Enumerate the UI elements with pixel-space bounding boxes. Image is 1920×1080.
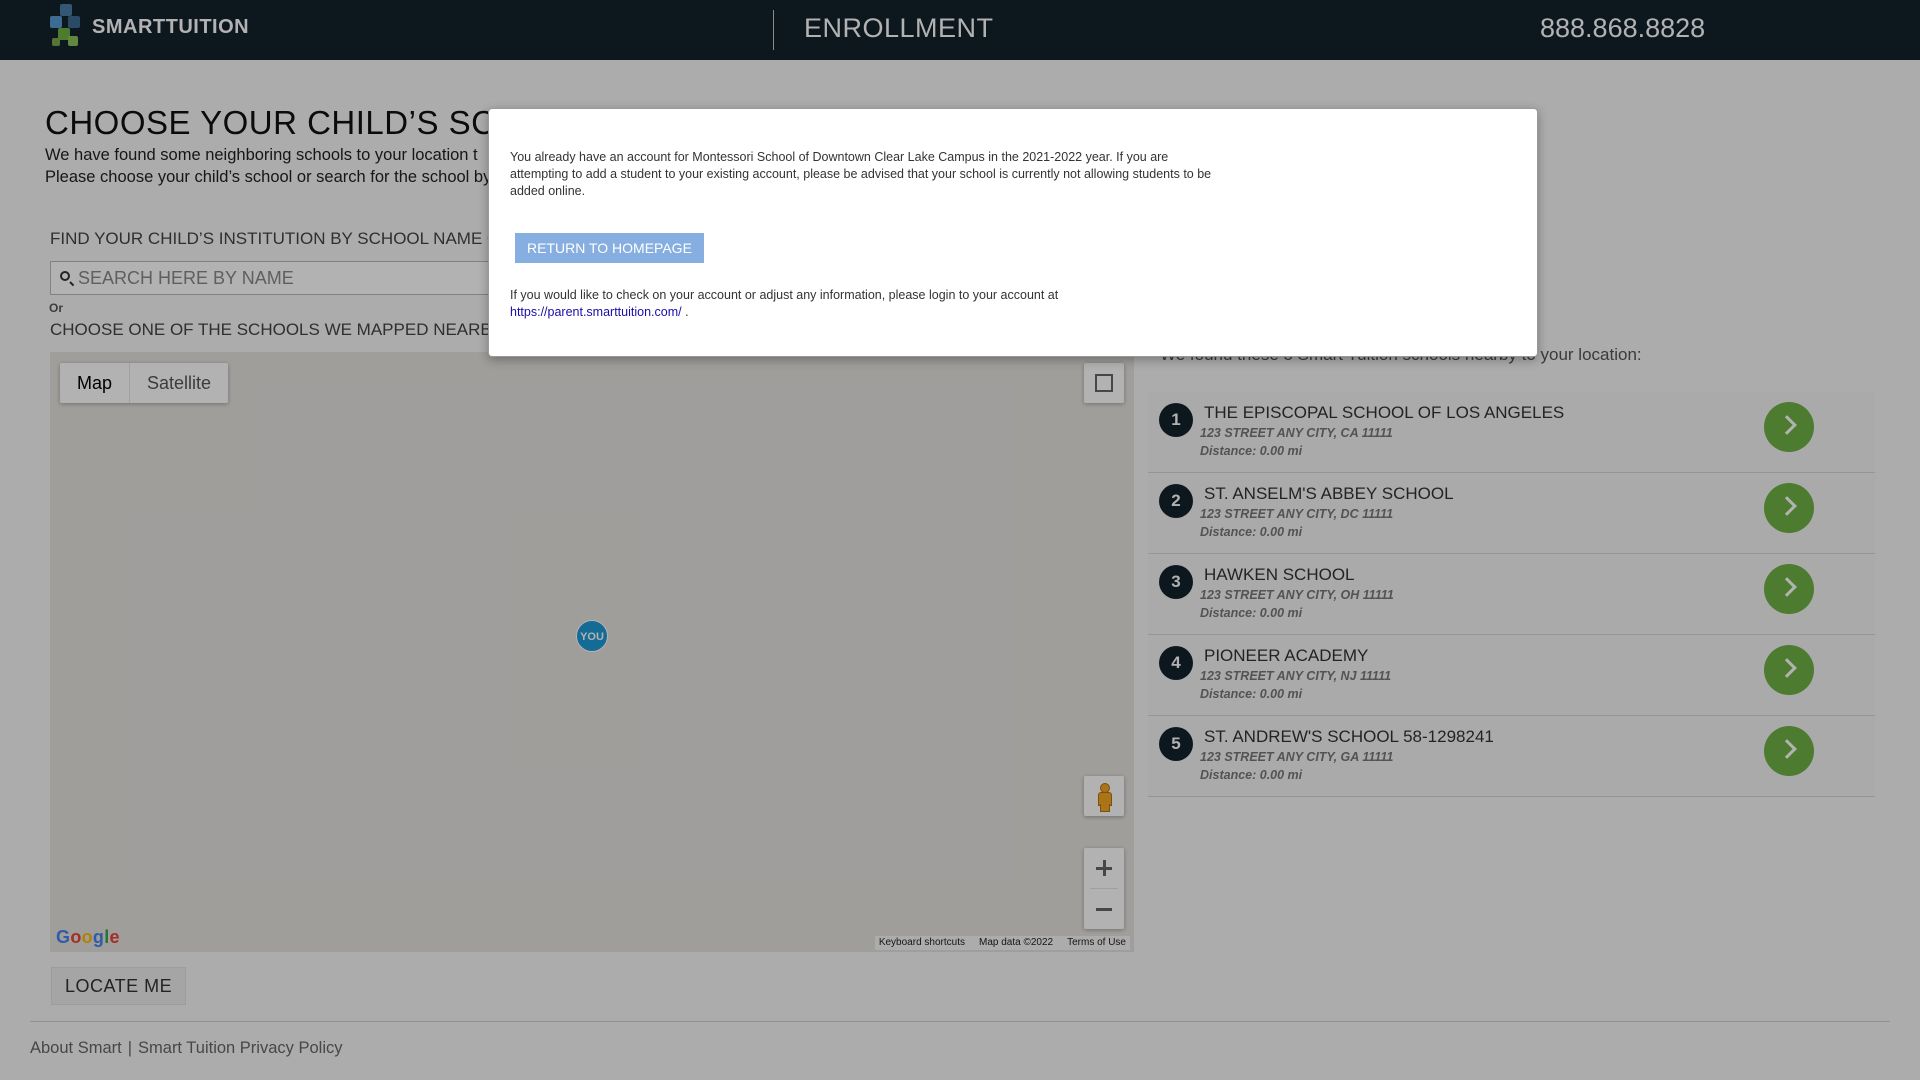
parent-portal-link[interactable]: https://parent.smarttuition.com/ [510,305,682,319]
modal-login-instructions: If you would like to check on your accou… [510,288,1059,302]
modal-login-text: If you would like to check on your accou… [510,287,1230,321]
modal-login-suffix: . [681,305,689,319]
return-to-homepage-button[interactable]: RETURN TO HOMEPAGE [515,233,704,263]
modal-message: You already have an account for Montesso… [510,150,1212,198]
account-exists-modal: You already have an account for Montesso… [488,108,1538,357]
